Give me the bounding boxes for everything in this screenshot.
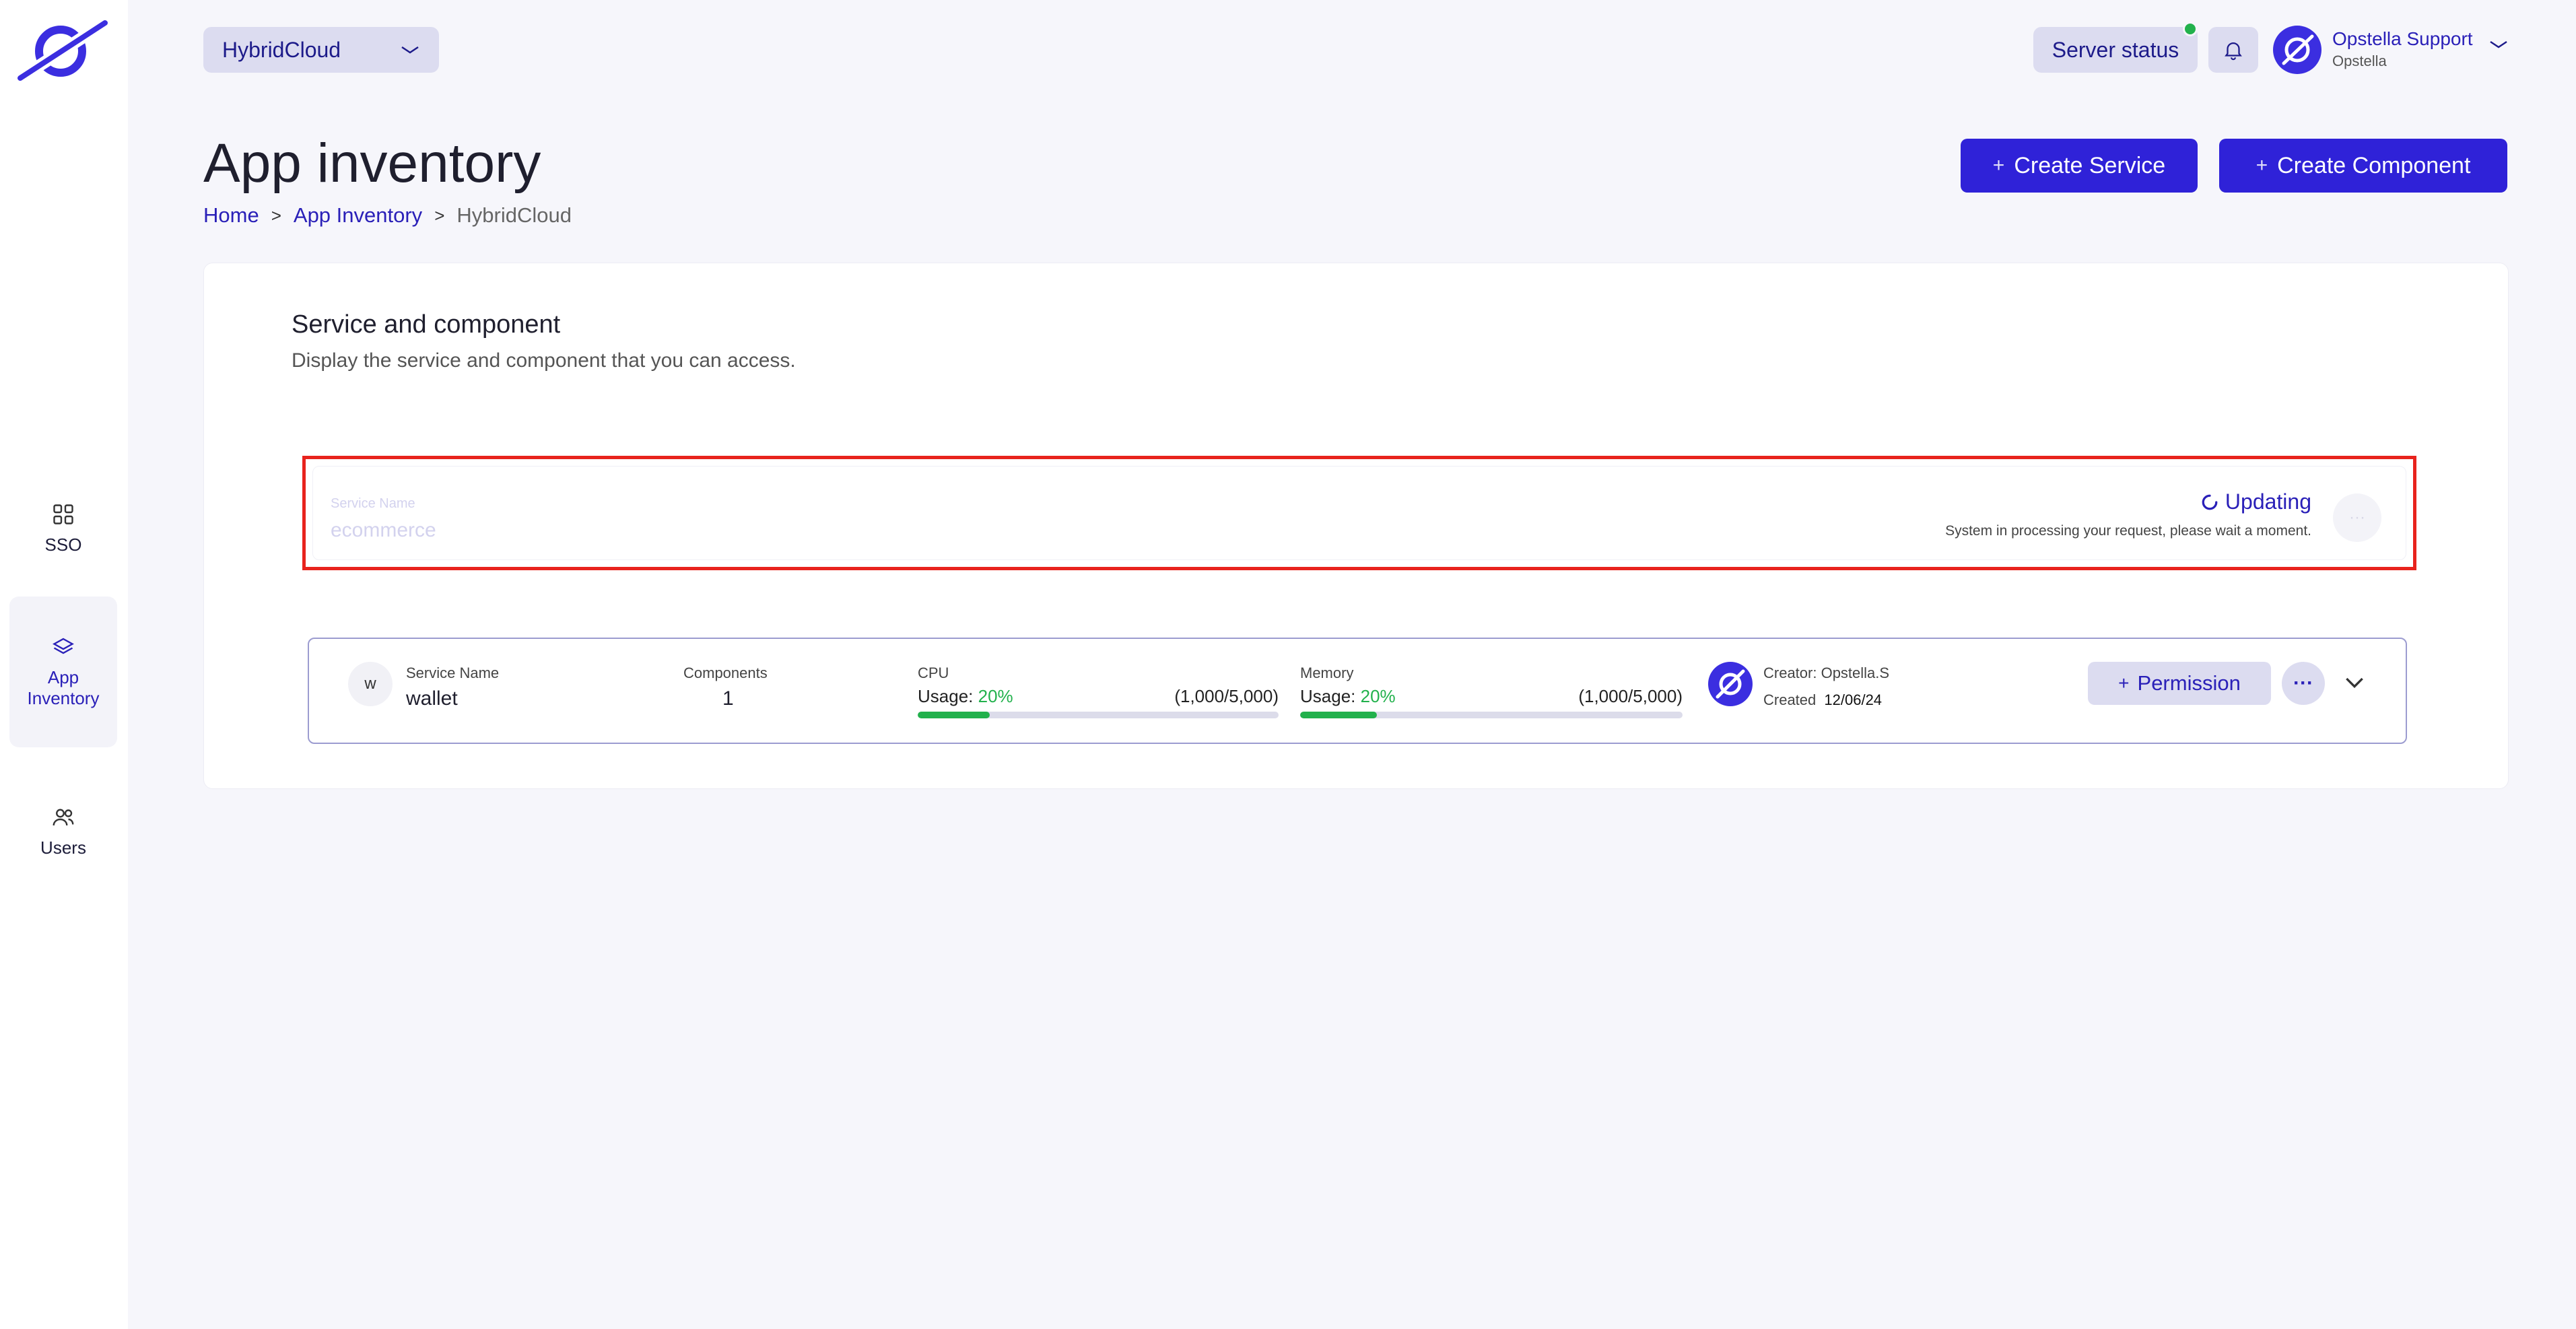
sidebar-item-users[interactable]: Users — [9, 794, 117, 868]
plus-icon: + — [2256, 154, 2268, 176]
more-options-button[interactable]: ··· — [2333, 493, 2381, 542]
service-name-value[interactable]: wallet — [406, 687, 458, 710]
sidebar-item-sso[interactable]: SSO — [9, 491, 117, 566]
user-name[interactable]: Opstella Support — [2332, 28, 2473, 50]
breadcrumb-app-inventory[interactable]: App Inventory — [294, 203, 422, 228]
layers-icon — [53, 638, 74, 654]
creator-name: Creator: Opstella.S — [1763, 664, 1890, 681]
server-status-label: Server status — [2052, 37, 2179, 62]
create-service-button[interactable]: + Create Service — [1961, 139, 2198, 193]
components-label: Components — [683, 664, 768, 681]
created-label: Created — [1763, 691, 1817, 708]
page-title: App inventory — [203, 133, 541, 194]
breadcrumb: Home > App Inventory > HybridCloud — [203, 203, 572, 228]
chevron-down-icon[interactable] — [2488, 39, 2509, 50]
permission-button[interactable]: + Permission — [2088, 662, 2271, 705]
opstella-logo-icon[interactable] — [18, 19, 108, 82]
plus-icon: + — [1992, 154, 2005, 176]
cpu-progress-fill — [918, 712, 990, 718]
service-row-updating: Service Name ecommerce Updating System i… — [312, 466, 2406, 560]
service-row-wallet: w Service Name wallet Components 1 CPU U… — [308, 638, 2407, 744]
create-component-button[interactable]: + Create Component — [2219, 139, 2507, 193]
chevron-down-icon[interactable] — [2341, 669, 2368, 695]
user-org: Opstella — [2332, 53, 2387, 69]
status-online-dot — [2183, 22, 2198, 36]
service-component-card: Service and component Display the servic… — [203, 263, 2509, 789]
more-options-button[interactable]: ··· — [2282, 662, 2325, 705]
server-status-button[interactable]: Server status — [2033, 22, 2198, 73]
sidebar-item-label: SSO — [44, 534, 82, 555]
users-icon — [53, 809, 74, 825]
service-name-label: Service Name — [406, 664, 500, 681]
project-select[interactable]: HybridCloud — [203, 27, 439, 73]
grid-icon — [53, 504, 73, 524]
cpu-ratio: (1,000/5,000) — [1174, 686, 1279, 706]
cpu-progress-bar — [918, 712, 1279, 718]
updating-status-label: Updating — [2225, 489, 2311, 514]
breadcrumb-home[interactable]: Home — [203, 203, 259, 228]
sidebar-item-app-inventory[interactable]: App Inventory — [9, 597, 117, 747]
memory-usage-percent: 20% — [1360, 686, 1396, 706]
created-date-value: 12/06/24 — [1824, 691, 1883, 708]
chevron-right-icon: > — [434, 205, 445, 226]
highlight-box: Service Name ecommerce Updating System i… — [302, 456, 2416, 570]
created-date: Created 12/06/24 — [1763, 691, 1882, 709]
creator-avatar — [1708, 662, 1753, 706]
memory-usage: Usage: 20% — [1300, 686, 1396, 707]
updating-status: Updating — [2201, 489, 2311, 514]
card-title: Service and component — [292, 310, 561, 339]
service-avatar: w — [348, 662, 393, 706]
create-component-label: Create Component — [2277, 152, 2471, 178]
service-name-value: ecommerce — [331, 519, 436, 541]
bell-icon — [2225, 42, 2242, 61]
sidebar-item-label: Users — [40, 837, 86, 858]
card-subtitle: Display the service and component that y… — [292, 349, 796, 372]
memory-progress-bar — [1300, 712, 1683, 718]
cpu-label: CPU — [918, 664, 949, 681]
create-service-label: Create Service — [2014, 152, 2166, 178]
notifications-button[interactable] — [2208, 27, 2258, 73]
cpu-usage-label: Usage: — [918, 686, 974, 706]
plus-icon: + — [2118, 673, 2130, 693]
permission-label: Permission — [2137, 671, 2241, 695]
memory-progress-fill — [1300, 712, 1377, 718]
chevron-right-icon: > — [271, 205, 281, 226]
avatar[interactable] — [2273, 26, 2321, 74]
memory-ratio: (1,000/5,000) — [1578, 686, 1683, 706]
components-count: 1 — [722, 687, 734, 710]
sidebar: SSO App Inventory Users — [0, 0, 128, 1329]
updating-message: System in processing your request, pleas… — [1945, 523, 2311, 539]
memory-label: Memory — [1300, 664, 1354, 681]
cpu-usage-percent: 20% — [978, 686, 1013, 706]
breadcrumb-current: HybridCloud — [456, 203, 572, 227]
project-select-value: HybridCloud — [222, 37, 341, 62]
sidebar-item-label: App Inventory — [27, 667, 100, 708]
memory-usage-label: Usage: — [1300, 686, 1356, 706]
spinner-icon — [2202, 494, 2218, 510]
cpu-usage: Usage: 20% — [918, 686, 1013, 707]
chevron-down-icon — [401, 46, 419, 54]
service-name-label: Service Name — [331, 496, 415, 511]
